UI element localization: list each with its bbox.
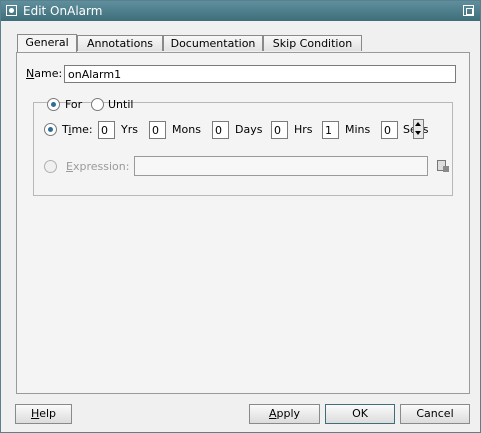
name-input[interactable] <box>64 65 456 83</box>
tab-general[interactable]: General <box>17 34 77 52</box>
spin-down-icon[interactable] <box>415 129 422 137</box>
seconds-spinner[interactable] <box>413 119 424 139</box>
window-title: Edit OnAlarm <box>23 4 103 18</box>
apply-button[interactable]: Apply <box>249 404 320 424</box>
edit-onalarm-dialog: Edit OnAlarm General Annotations Documen… <box>0 0 481 433</box>
hours-unit: Hrs <box>294 123 313 136</box>
minutes-unit: Mins <box>345 123 371 136</box>
expression-input[interactable] <box>134 156 428 176</box>
help-button[interactable]: Help <box>15 404 72 424</box>
expression-label: Expression: <box>66 160 129 173</box>
ok-button[interactable]: OK <box>325 404 395 424</box>
expression-builder-icon[interactable] <box>436 159 450 173</box>
days-unit: Days <box>235 123 263 136</box>
tab-skip-condition[interactable]: Skip Condition <box>263 35 362 51</box>
for-radio[interactable] <box>47 98 60 111</box>
hours-input[interactable] <box>271 121 288 139</box>
maximize-icon[interactable] <box>463 5 474 16</box>
days-input[interactable] <box>212 121 229 139</box>
expression-label-mnemonic: E <box>66 160 73 173</box>
tab-documentation[interactable]: Documentation <box>163 35 263 51</box>
tab-label: Documentation <box>170 37 256 50</box>
tab-label: General <box>25 36 69 49</box>
for-label: For <box>65 98 83 111</box>
window-menu-icon[interactable] <box>6 5 17 16</box>
time-radio[interactable] <box>44 123 57 136</box>
tab-annotations[interactable]: Annotations <box>77 35 163 51</box>
tab-label: Annotations <box>86 37 154 50</box>
cancel-button[interactable]: Cancel <box>400 404 470 424</box>
help-label-rest: elp <box>39 407 57 420</box>
time-label: Time: <box>62 123 93 136</box>
name-label-mnemonic: N <box>26 67 35 80</box>
years-unit: Yrs <box>121 123 138 136</box>
expression-radio[interactable] <box>44 160 57 173</box>
general-panel: Name: For Until Time: Yrs Mons Days Hrs … <box>16 52 470 394</box>
expression-label-rest: xpression: <box>72 160 130 173</box>
time-label-rest: me: <box>71 123 93 136</box>
name-label-rest: ame: <box>34 67 63 80</box>
name-label: Name: <box>26 67 62 80</box>
help-mnemonic: H <box>30 407 40 420</box>
until-radio[interactable] <box>91 98 104 111</box>
seconds-input[interactable] <box>381 121 398 139</box>
spin-up-icon[interactable] <box>415 121 422 129</box>
title-bar[interactable]: Edit OnAlarm <box>1 1 480 21</box>
duration-group <box>33 102 453 196</box>
tab-label: Skip Condition <box>272 37 353 50</box>
years-input[interactable] <box>98 121 115 139</box>
apply-mnemonic: A <box>268 407 277 420</box>
apply-label-rest: pply <box>276 407 301 420</box>
months-input[interactable] <box>149 121 166 139</box>
months-unit: Mons <box>172 123 201 136</box>
minutes-input[interactable] <box>322 121 339 139</box>
until-label: Until <box>108 98 134 111</box>
